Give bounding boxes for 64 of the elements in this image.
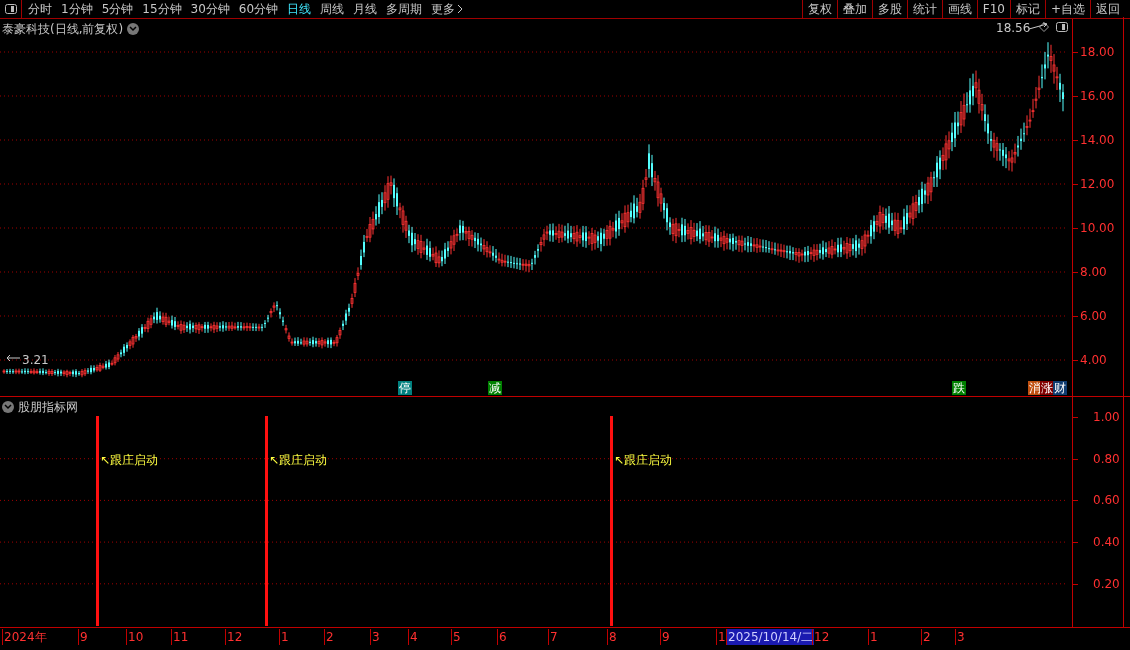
- period-tab[interactable]: 60分钟: [238, 0, 279, 18]
- signal-label: ↖跟庄启动: [100, 452, 159, 469]
- signal-badge: 减: [488, 381, 502, 395]
- indicator-axis-label: 0.20: [1093, 576, 1120, 591]
- time-axis-label: 1: [868, 629, 879, 645]
- indicator-axis-label: 0.60: [1093, 493, 1120, 508]
- indicator-axis-label: 1.00: [1093, 410, 1120, 424]
- stock-title: 泰豪科技(日线,前复权): [2, 21, 124, 38]
- toolbar-button[interactable]: 标记: [1009, 0, 1045, 19]
- toolbar-button[interactable]: 叠加: [836, 0, 872, 19]
- indicator-axis-label: 0.40: [1093, 535, 1120, 550]
- time-axis-label: 5: [451, 629, 462, 645]
- time-axis-label: 8: [607, 629, 618, 645]
- period-tab[interactable]: 月线: [353, 0, 378, 18]
- signal-label: ↖跟庄启动: [269, 452, 328, 469]
- period-tab[interactable]: 30分钟: [190, 0, 230, 18]
- price-axis-label: 6.00: [1080, 309, 1107, 323]
- time-axis-label: 6: [497, 629, 508, 645]
- time-axis-label: 4: [408, 629, 419, 645]
- price-axis-label: 14.00: [1080, 133, 1115, 147]
- price-axis-label: 10.00: [1080, 221, 1115, 235]
- time-axis-label: 7: [548, 629, 559, 645]
- toolbar-button[interactable]: F10: [976, 0, 1010, 19]
- toolbar-button[interactable]: 返回: [1090, 0, 1125, 19]
- signal-badge: 财: [1053, 381, 1067, 395]
- period-tab[interactable]: 1分钟: [61, 0, 93, 18]
- time-axis-label: 10: [126, 629, 145, 645]
- time-axis-label: 2025/10/14/二: [726, 629, 815, 645]
- time-axis-label: 2024年: [2, 629, 48, 645]
- toolbar-button[interactable]: +自选: [1044, 0, 1090, 19]
- time-axis-label: 11: [171, 629, 190, 645]
- price-axis-label: 12.00: [1080, 177, 1115, 191]
- time-axis-label: 2: [324, 629, 335, 645]
- price-axis-label: 4.00: [1080, 353, 1107, 367]
- time-axis-label: 12: [812, 629, 831, 645]
- signal-badge: 涨: [1040, 381, 1054, 395]
- time-axis-label: 3: [955, 629, 966, 645]
- time-axis-label: 2: [921, 629, 932, 645]
- high-price-label: 18.56: [996, 20, 1031, 37]
- price-axis-label: 18.00: [1080, 45, 1115, 59]
- toolbar-button[interactable]: 复权: [801, 0, 837, 19]
- signal-badge: 停: [398, 381, 412, 395]
- more-button[interactable]: 更多: [431, 0, 464, 18]
- indicator-axis-label: 0.80: [1093, 451, 1120, 466]
- period-tab[interactable]: 5分钟: [101, 0, 134, 18]
- period-tab[interactable]: 日线: [287, 0, 312, 18]
- toolbar-button[interactable]: 画线: [941, 0, 977, 19]
- time-axis-label: 3: [370, 629, 381, 645]
- signal-label: ↖跟庄启动: [614, 452, 673, 469]
- toolbar-button[interactable]: 多股: [871, 0, 907, 19]
- low-price-label: 3.21: [22, 352, 49, 369]
- price-axis-label: 16.00: [1080, 89, 1115, 103]
- time-axis-label: 1: [279, 629, 290, 645]
- period-tab[interactable]: 周线: [320, 0, 345, 18]
- price-axis-label: 8.00: [1080, 265, 1107, 279]
- period-tab[interactable]: 15分钟: [142, 0, 182, 18]
- period-tab[interactable]: 多周期: [386, 0, 423, 18]
- time-axis-label: 12: [225, 629, 244, 645]
- time-axis-label: 9: [78, 629, 89, 645]
- time-axis-label: 9: [660, 629, 671, 645]
- signal-badge: 跌: [952, 381, 966, 395]
- period-tab[interactable]: 分时: [28, 0, 52, 18]
- toolbar-button[interactable]: 统计: [906, 0, 942, 19]
- indicator-title: 股朋指标网: [18, 399, 78, 416]
